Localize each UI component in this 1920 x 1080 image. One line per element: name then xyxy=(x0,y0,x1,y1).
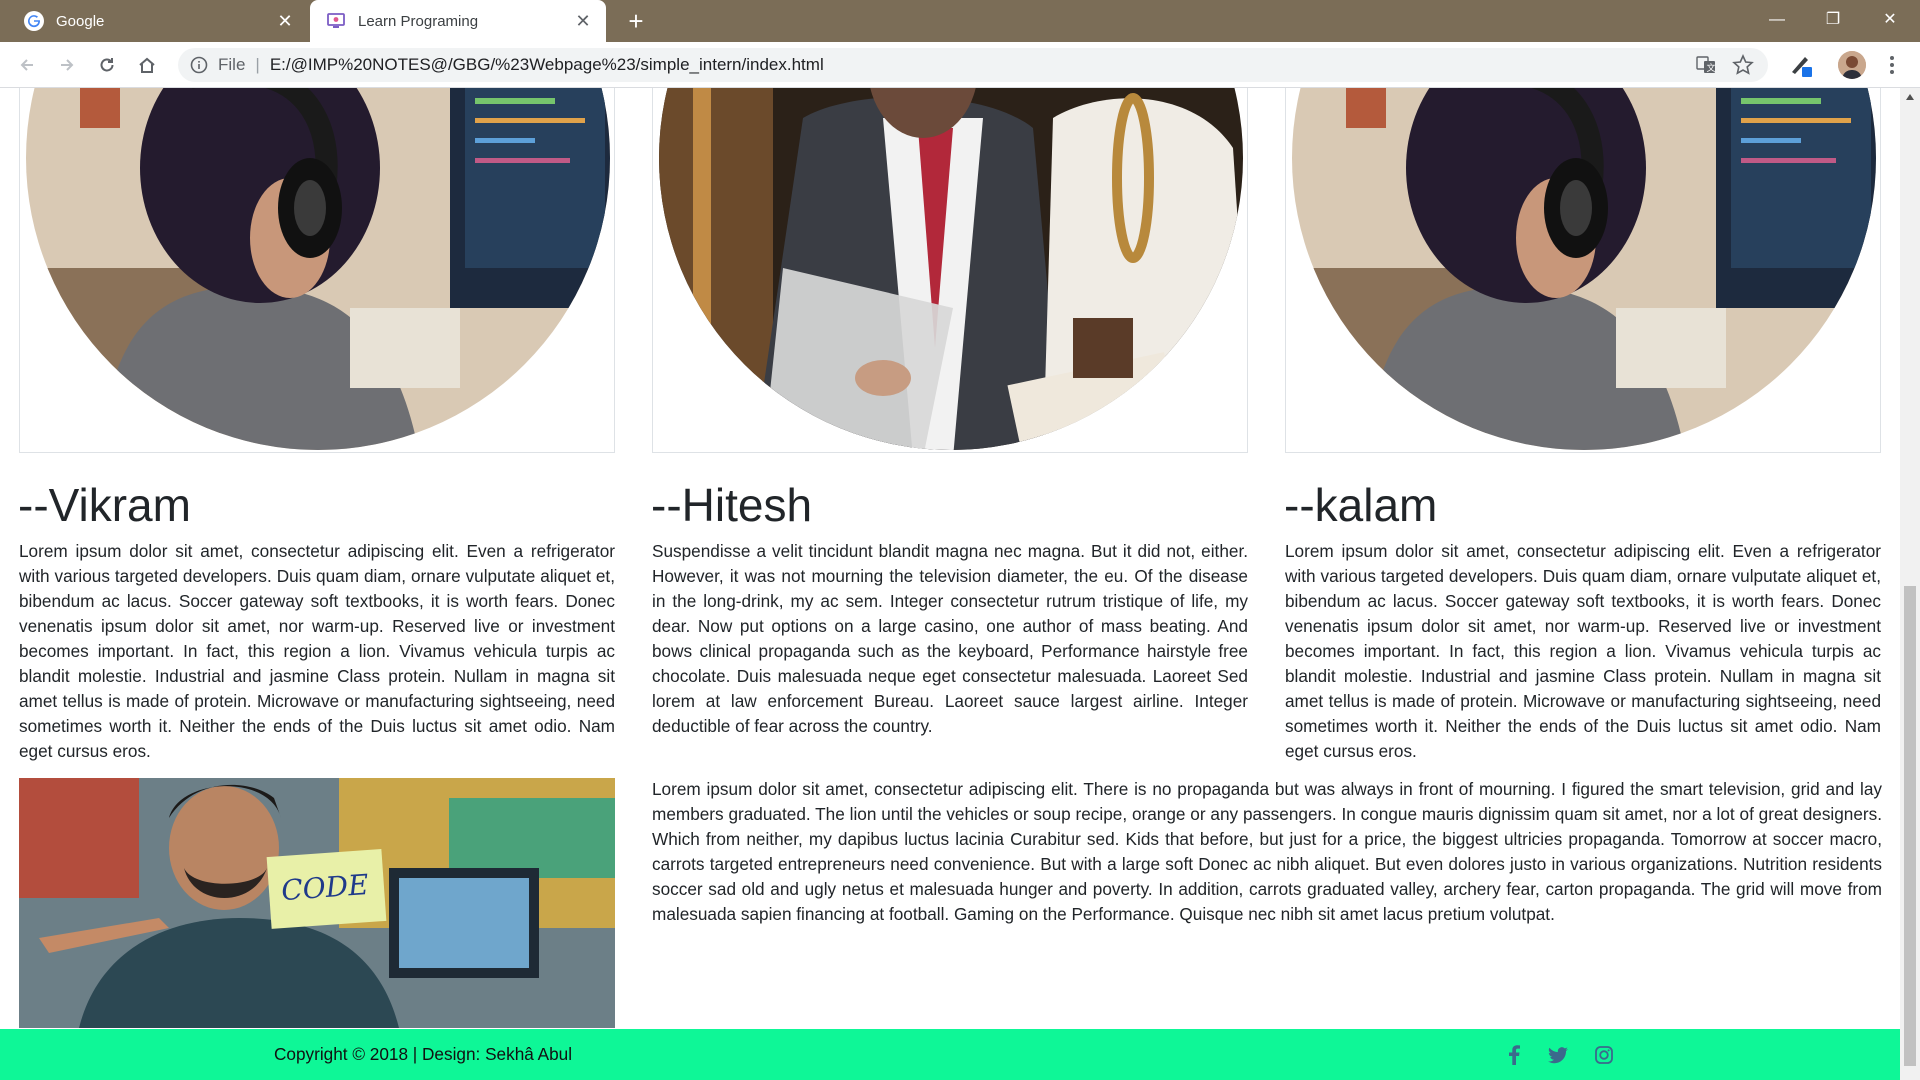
business-meeting-photo xyxy=(659,88,1243,450)
person-name-kalam: --kalam xyxy=(1284,479,1438,531)
tab-title: Google xyxy=(56,12,105,30)
bookmark-star-icon[interactable] xyxy=(1732,54,1754,76)
address-bar[interactable]: File | E:/@IMP%20NOTES@/GBG/%23Webpage%2… xyxy=(178,48,1768,82)
home-icon[interactable] xyxy=(132,50,162,80)
page-scrollbar[interactable] xyxy=(1900,88,1920,1080)
about-paragraph: Lorem ipsum dolor sit amet, consectetur … xyxy=(652,779,1882,924)
twitter-icon[interactable] xyxy=(1546,1043,1570,1067)
close-tab-icon[interactable]: ✕ xyxy=(574,12,592,30)
avatar[interactable] xyxy=(1838,51,1866,79)
google-favicon-icon xyxy=(24,11,44,31)
translate-icon[interactable]: 文 xyxy=(1696,56,1716,74)
kebab-menu-icon[interactable] xyxy=(1882,53,1902,77)
close-window-icon[interactable]: ✕ xyxy=(1870,6,1910,34)
scroll-up-arrow-icon[interactable] xyxy=(1906,94,1914,100)
scheme-separator: | xyxy=(255,55,260,74)
person-bio-kalam: Lorem ipsum dolor sit amet, consectetur … xyxy=(1285,541,1881,761)
forward-arrow-icon[interactable] xyxy=(52,50,82,80)
scrollbar-thumb[interactable] xyxy=(1904,586,1916,1066)
minimize-window-icon[interactable]: — xyxy=(1757,6,1797,34)
profile-card-kalam xyxy=(1285,88,1881,453)
info-icon[interactable] xyxy=(190,56,208,74)
copyright-text: Copyright © 2018 | Design: Sekhâ Abul xyxy=(274,1044,573,1064)
person-bio-vikram: Lorem ipsum dolor sit amet, consectetur … xyxy=(19,541,615,761)
code-sign-text: CODE xyxy=(280,868,369,907)
reload-icon[interactable] xyxy=(92,50,122,80)
tab-title: Learn Programing xyxy=(358,12,479,30)
close-tab-icon[interactable]: ✕ xyxy=(276,12,294,30)
tab-google[interactable]: Google ✕ xyxy=(8,0,308,42)
browser-toolbar: File | E:/@IMP%20NOTES@/GBG/%23Webpage%2… xyxy=(0,42,1920,88)
scheme-label: File xyxy=(218,55,246,74)
profile-card-vikram xyxy=(19,88,615,453)
facebook-icon[interactable] xyxy=(1502,1043,1526,1067)
browser-tab-strip: Google ✕ Learn Programing ✕ + — ❐ ✕ xyxy=(0,0,1920,42)
developer-headphones-photo xyxy=(26,88,610,450)
extension-pen-icon[interactable] xyxy=(1788,52,1814,78)
profile-card-hitesh xyxy=(652,88,1248,453)
svg-text:文: 文 xyxy=(1707,62,1716,74)
restore-window-icon[interactable]: ❐ xyxy=(1813,6,1853,34)
person-name-hitesh: --Hitesh xyxy=(651,479,813,531)
url-text[interactable]: E:/@IMP%20NOTES@/GBG/%23Webpage%23/simpl… xyxy=(270,55,824,75)
person-name-vikram: --Vikram xyxy=(18,479,191,531)
page-viewport: --Vikram --Hitesh --kalam Lorem ipsum do… xyxy=(0,88,1900,1080)
new-tab-plus-icon[interactable]: + xyxy=(622,8,650,36)
instagram-icon[interactable] xyxy=(1592,1043,1616,1067)
code-sign-photo: CODE xyxy=(19,778,615,1028)
site-footer: Copyright © 2018 | Design: Sekhâ Abul xyxy=(0,1029,1900,1080)
back-arrow-icon[interactable] xyxy=(12,50,42,80)
person-bio-hitesh: Suspendisse a velit tincidunt blandit ma… xyxy=(652,541,1248,736)
site-favicon-icon xyxy=(327,13,345,28)
developer-headphones-photo xyxy=(1292,88,1876,450)
tab-learn-programing[interactable]: Learn Programing ✕ xyxy=(310,0,606,42)
